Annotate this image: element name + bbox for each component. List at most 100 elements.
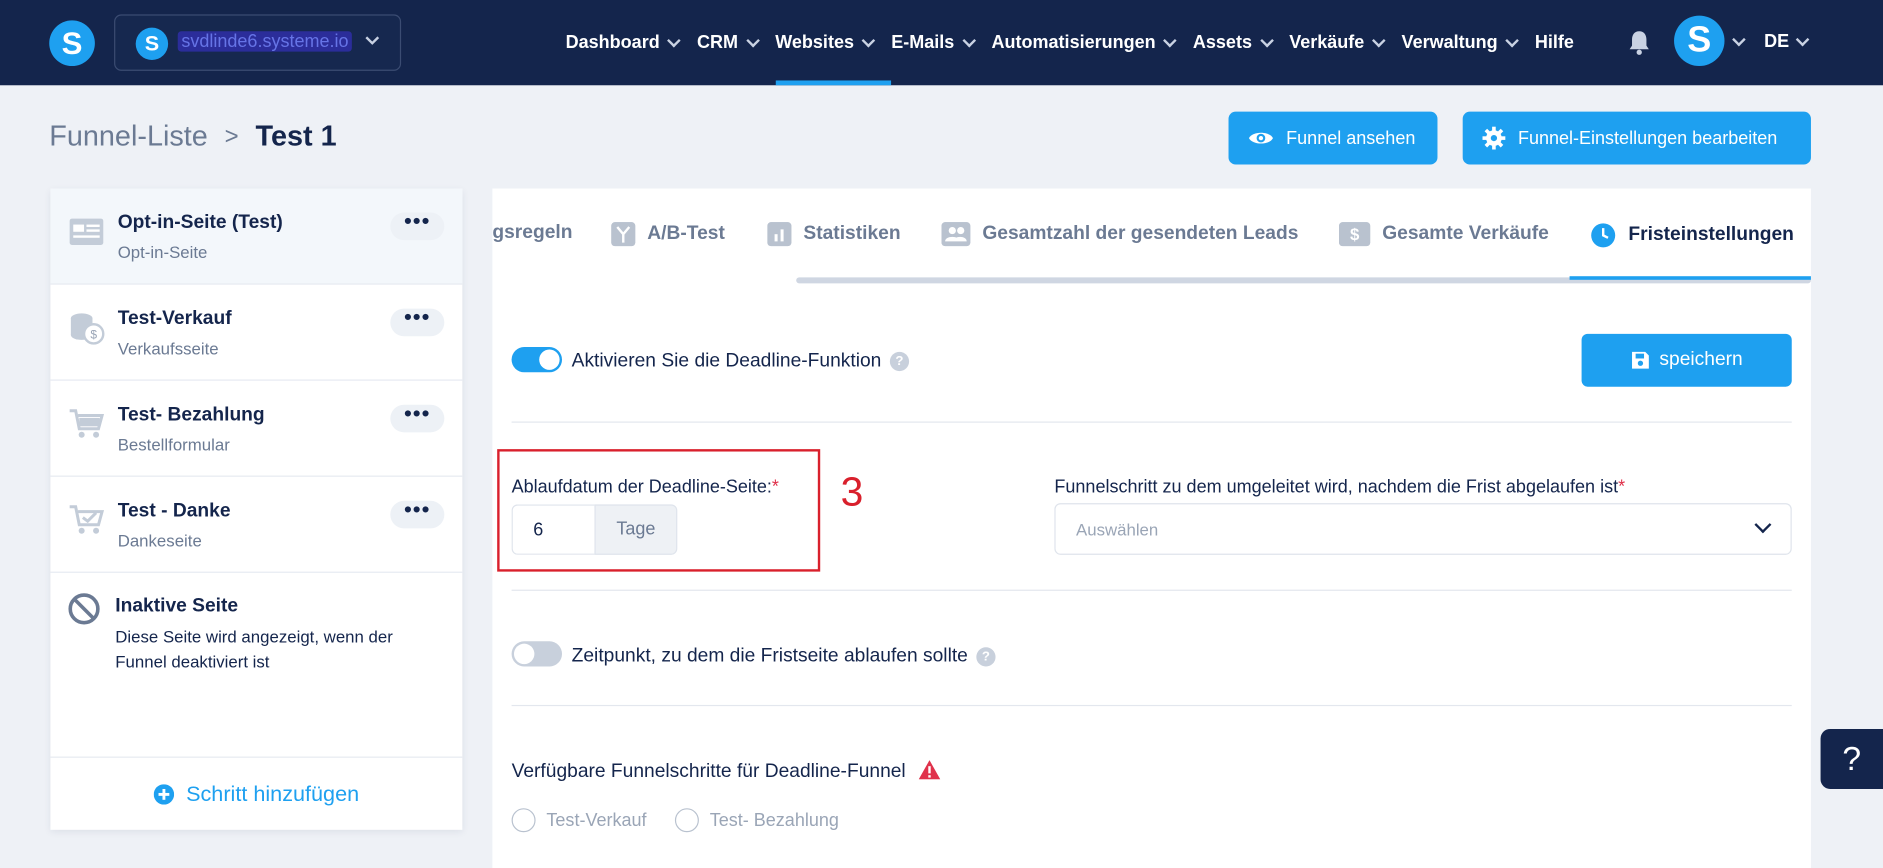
view-funnel-label: Funnel ansehen <box>1286 127 1416 149</box>
chevron-down-icon <box>1163 33 1178 47</box>
funnel-tabs: gsregeln A/B-Test Statistiken Gesamtzahl… <box>492 189 1811 284</box>
deadline-toggle[interactable] <box>511 347 563 373</box>
nav-label: Websites <box>775 32 854 53</box>
chevron-down-icon[interactable] <box>1795 32 1810 47</box>
deadline-toggle-text: Aktivieren Sie die Deadline-Funktion <box>571 350 882 372</box>
funnel-step[interactable]: $ Test-Verkauf Verkaufsseite ••• <box>50 285 463 381</box>
available-steps-text: Verfügbare Funnelschritte für Deadline-F… <box>511 761 906 782</box>
add-step-button[interactable]: Schritt hinzufügen <box>50 756 463 830</box>
funnel-step[interactable]: Test - Danke Dankeseite ••• <box>50 477 463 573</box>
nav-dashboard[interactable]: Dashboard <box>565 0 682 85</box>
bar-chart-icon <box>767 222 792 247</box>
nav-assets[interactable]: Assets <box>1193 0 1274 85</box>
step-subtitle: Dankeseite <box>117 530 202 551</box>
tab-gesamte-verkaeufe[interactable]: $ Gesamte Verkäufe <box>1339 222 1549 247</box>
nav-hilfe[interactable]: Hilfe <box>1535 0 1574 85</box>
warning-icon <box>918 760 940 780</box>
nav-verwaltung[interactable]: Verwaltung <box>1401 0 1520 85</box>
step-title: Test- Bezahlung <box>117 404 265 426</box>
systeme-logo[interactable]: S <box>49 20 95 67</box>
chevron-down-icon <box>1259 33 1274 47</box>
chevron-down-icon <box>1372 33 1386 47</box>
inactive-page-step[interactable]: Inaktive Seite Diese Seite wird angezeig… <box>50 573 462 753</box>
expiry-time-toggle[interactable] <box>511 641 563 667</box>
edit-funnel-settings-label: Funnel-Einstellungen bearbeiten <box>1517 127 1778 149</box>
step-more-button[interactable]: ••• <box>390 210 445 241</box>
step-subtitle: Verkaufsseite <box>117 338 219 358</box>
chevron-down-icon <box>1505 33 1520 47</box>
save-button[interactable]: speichern <box>1581 333 1792 387</box>
divider <box>511 421 1792 423</box>
plus-circle-icon <box>153 783 175 805</box>
annotation-highlight-box <box>497 449 821 572</box>
help-icon[interactable]: ? <box>976 647 996 667</box>
help-button[interactable]: ? <box>1820 728 1883 789</box>
site-selector[interactable]: S svdlinde6.systeme.io <box>114 14 402 71</box>
site-name: svdlinde6.systeme.io <box>177 31 353 52</box>
coins-icon: $ <box>70 313 105 345</box>
inactive-page-title: Inaktive Seite <box>115 595 239 617</box>
tab-regeln[interactable]: gsregeln <box>492 222 572 244</box>
tab-gesendete-leads[interactable]: Gesamtzahl der gesendeten Leads <box>941 222 1298 247</box>
clock-icon <box>1591 223 1616 248</box>
main-nav: Dashboard CRM Websites E-Mails Automatis… <box>565 0 1595 86</box>
svg-text:$: $ <box>90 328 97 342</box>
step-title: Opt-in-Seite (Test) <box>117 212 283 233</box>
step-title: Test - Danke <box>117 500 231 522</box>
chevron-down-icon[interactable] <box>1732 32 1746 47</box>
site-logo-icon: S <box>135 27 169 61</box>
form-page-icon <box>69 218 104 245</box>
nav-label: Dashboard <box>565 32 660 53</box>
step-subtitle: Opt-in-Seite <box>117 242 208 262</box>
breadcrumb: Funnel-Liste > Test 1 <box>49 120 336 154</box>
edit-funnel-settings-button[interactable]: Funnel-Einstellungen bearbeiten <box>1462 111 1811 165</box>
divider <box>511 589 1792 591</box>
redirect-step-select[interactable]: Auswählen <box>1054 503 1792 555</box>
toggle-knob <box>513 643 535 665</box>
radio-test-verkauf[interactable] <box>511 808 536 833</box>
nav-websites[interactable]: Websites <box>775 0 891 86</box>
save-label: speichern <box>1659 349 1743 370</box>
tab-fristeinstellungen[interactable]: Fristeinstellungen <box>1590 222 1794 248</box>
breadcrumb-funnel-list[interactable]: Funnel-Liste <box>49 120 208 154</box>
user-avatar[interactable]: S <box>1674 15 1725 67</box>
available-steps-label: Verfügbare Funnelschritte für Deadline-F… <box>512 760 940 783</box>
radio-label: Test-Verkauf <box>546 810 647 832</box>
chevron-down-icon <box>861 33 876 47</box>
funnel-step[interactable]: Test- Bezahlung Bestellformular ••• <box>50 381 463 477</box>
nav-automatisierungen[interactable]: Automatisierungen <box>991 0 1178 85</box>
step-subtitle: Bestellformular <box>117 434 230 454</box>
tab-ab-test[interactable]: A/B-Test <box>611 222 725 247</box>
deadline-toggle-label: Aktivieren Sie die Deadline-Funktion? <box>572 351 909 373</box>
help-icon[interactable]: ? <box>889 351 909 371</box>
nav-crm[interactable]: CRM <box>697 0 760 85</box>
funnel-step[interactable]: Opt-in-Seite (Test) Opt-in-Seite ••• <box>50 188 463 285</box>
page-title: Test 1 <box>255 120 337 153</box>
nav-label: Verwaltung <box>1401 32 1498 53</box>
radio-test-bezahlung[interactable] <box>674 808 699 833</box>
ban-icon <box>68 593 100 625</box>
nav-label: Automatisierungen <box>991 32 1156 53</box>
language-selector[interactable]: DE <box>1764 31 1789 51</box>
tab-label: Statistiken <box>803 223 901 244</box>
divider <box>511 704 1792 707</box>
nav-verkaeufe[interactable]: Verkäufe <box>1289 0 1386 85</box>
add-step-label: Schritt hinzufügen <box>186 781 360 806</box>
step-more-button[interactable]: ••• <box>390 402 445 433</box>
view-funnel-button[interactable]: Funnel ansehen <box>1228 111 1438 165</box>
chevron-down-icon <box>667 33 682 47</box>
bell-icon[interactable] <box>1627 29 1651 55</box>
tab-statistiken[interactable]: Statistiken <box>767 222 901 247</box>
redirect-step-label-text: Funnelschritt zu dem umgeleitet wird, na… <box>1054 476 1619 498</box>
gear-icon <box>1482 126 1506 150</box>
step-more-button[interactable]: ••• <box>390 498 445 529</box>
required-mark: * <box>1618 476 1626 498</box>
tab-label: Gesamte Verkäufe <box>1382 223 1549 244</box>
redirect-step-label: Funnelschritt zu dem umgeleitet wird, na… <box>1054 477 1625 497</box>
chevron-down-icon <box>365 36 380 45</box>
expiry-time-label: Zeitpunkt, zu dem die Fristseite ablaufe… <box>572 646 996 668</box>
top-navigation-bar: S S svdlinde6.systeme.io Dashboard CRM W… <box>0 0 1883 86</box>
step-more-button[interactable]: ••• <box>390 306 445 337</box>
nav-emails[interactable]: E-Mails <box>891 0 976 85</box>
inactive-page-description: Diese Seite wird angezeigt, wenn der Fun… <box>115 626 393 672</box>
